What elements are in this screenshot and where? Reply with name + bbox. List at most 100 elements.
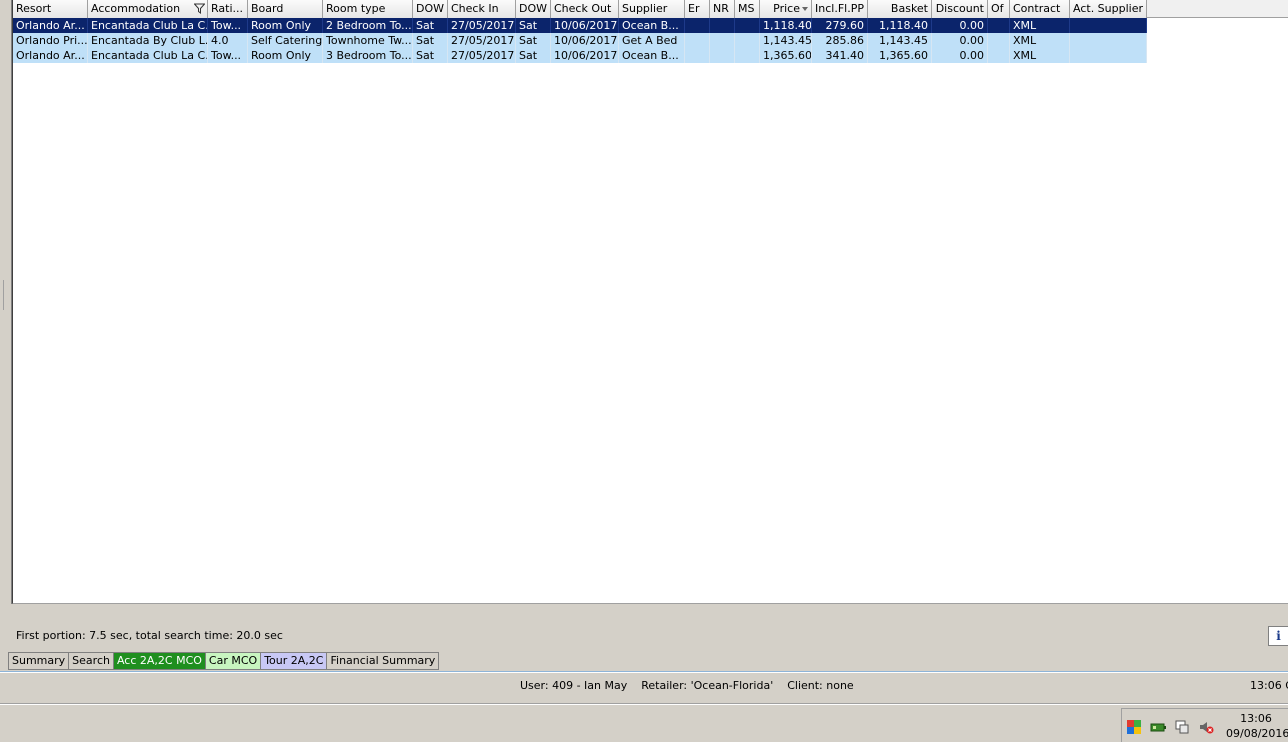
- column-header-label: Check Out: [554, 2, 612, 15]
- column-header-contract[interactable]: Contract: [1010, 0, 1070, 18]
- column-header-rating[interactable]: Rati...: [208, 0, 248, 18]
- cell-basket: 1,365.60: [868, 48, 932, 63]
- left-splitter[interactable]: [0, 0, 12, 604]
- column-header-discount[interactable]: Discount: [932, 0, 988, 18]
- table-row[interactable]: Orlando Ar... Encantada Club La C... Tow..…: [13, 18, 1147, 33]
- column-header-label: Supplier: [622, 2, 668, 15]
- column-header-check-in[interactable]: Check In: [448, 0, 516, 18]
- column-header-act-supplier[interactable]: Act. Supplier: [1070, 0, 1147, 18]
- volume-muted-icon[interactable]: [1198, 719, 1214, 735]
- column-header-label: Price: [773, 2, 800, 15]
- cell-incl-fl-pp: 341.40: [812, 48, 868, 63]
- table-row[interactable]: Orlando Pri... Encantada By Club L... 4.0 S…: [13, 33, 1147, 48]
- column-header-label: Act. Supplier: [1073, 2, 1144, 15]
- column-header-nr[interactable]: NR: [710, 0, 735, 18]
- column-header-label: Er: [688, 2, 700, 15]
- filter-icon[interactable]: [194, 3, 205, 14]
- column-header-label: DOW: [519, 2, 548, 15]
- splitter-grip[interactable]: [0, 280, 4, 310]
- column-header-label: DOW: [416, 2, 445, 15]
- results-grid[interactable]: Resort Accommodation Rati... Board Room type…: [12, 0, 1288, 604]
- app-icon[interactable]: [1126, 719, 1142, 735]
- cell-ms: [735, 18, 760, 33]
- column-header-room-type[interactable]: Room type: [323, 0, 413, 18]
- cell-dow-out: Sat: [516, 33, 551, 48]
- cell-nr: [710, 33, 735, 48]
- cell-board: Room Only: [248, 48, 323, 63]
- column-header-label: Basket: [890, 2, 928, 15]
- tab-search[interactable]: Search: [68, 652, 113, 670]
- taskbar-date[interactable]: 09/08/2016: [1226, 727, 1288, 741]
- cell-ms: [735, 48, 760, 63]
- cell-nr: [710, 48, 735, 63]
- column-header-basket[interactable]: Basket: [868, 0, 932, 18]
- cell-price: 1,118.40: [760, 18, 812, 33]
- cell-contract: XML: [1010, 33, 1070, 48]
- column-header-label: Rati...: [211, 2, 244, 15]
- column-header-label: Of: [991, 2, 1004, 15]
- network-icon[interactable]: [1150, 719, 1166, 735]
- cell-discount: 0.00: [932, 33, 988, 48]
- cell-supplier: Get A Bed: [619, 33, 685, 48]
- cell-of: [988, 48, 1010, 63]
- cell-dow-in: Sat: [413, 33, 448, 48]
- column-header-label: Discount: [935, 2, 984, 15]
- column-header-supplier[interactable]: Supplier: [619, 0, 685, 18]
- cell-rating: Tow...: [208, 18, 248, 33]
- cell-basket: 1,118.40: [868, 18, 932, 33]
- column-header-of[interactable]: Of: [988, 0, 1010, 18]
- column-header-ms[interactable]: MS: [735, 0, 760, 18]
- column-header-dow-out[interactable]: DOW: [516, 0, 551, 18]
- column-header-label: NR: [713, 2, 729, 15]
- cell-act-supplier: [1070, 33, 1147, 48]
- cell-check-in: 27/05/2017: [448, 48, 516, 63]
- cell-incl-fl-pp: 279.60: [812, 18, 868, 33]
- cell-dow-out: Sat: [516, 18, 551, 33]
- column-header-price[interactable]: Price: [760, 0, 812, 18]
- cell-price: 1,143.45: [760, 33, 812, 48]
- table-row[interactable]: Orlando Ar... Encantada Club La C... Tow..…: [13, 48, 1147, 63]
- cell-room-type: 2 Bedroom To...: [323, 18, 413, 33]
- cell-price: 1,365.60: [760, 48, 812, 63]
- tab-car-mco[interactable]: Car MCO: [204, 652, 261, 670]
- monitor-icon[interactable]: [1174, 719, 1190, 735]
- tab-tour-2a-2c[interactable]: Tour 2A,2C: [260, 652, 327, 670]
- cell-dow-out: Sat: [516, 48, 551, 63]
- cell-resort: Orlando Ar...: [13, 18, 88, 33]
- cell-incl-fl-pp: 285.86: [812, 33, 868, 48]
- column-header-resort[interactable]: Resort: [13, 0, 88, 18]
- info-button[interactable]: i: [1268, 626, 1288, 646]
- column-header-label: Check In: [451, 2, 499, 15]
- column-header-dow-in[interactable]: DOW: [413, 0, 448, 18]
- cell-room-type: 3 Bedroom To...: [323, 48, 413, 63]
- column-header-board[interactable]: Board: [248, 0, 323, 18]
- cell-check-out: 10/06/2017: [551, 18, 619, 33]
- cell-board: Room Only: [248, 18, 323, 33]
- column-header-er[interactable]: Er: [685, 0, 710, 18]
- tab-financial-summary[interactable]: Financial Summary: [326, 652, 440, 670]
- column-header-check-out[interactable]: Check Out: [551, 0, 619, 18]
- cell-accommodation: Encantada By Club L...: [88, 33, 208, 48]
- tab-acc-2a-2c-mco[interactable]: Acc 2A,2C MCO: [112, 652, 205, 670]
- cell-dow-in: Sat: [413, 48, 448, 63]
- cell-nr: [710, 18, 735, 33]
- cell-er: [685, 18, 710, 33]
- cell-of: [988, 33, 1010, 48]
- search-time-status: First portion: 7.5 sec, total search tim…: [16, 629, 283, 642]
- taskbar-separator: [0, 703, 1288, 705]
- cell-contract: XML: [1010, 48, 1070, 63]
- column-header-incl-fl-pp[interactable]: Incl.Fl.PP: [812, 0, 868, 18]
- cell-room-type: Townhome Tw...: [323, 33, 413, 48]
- user-info: User: 409 - Ian May Retailer: 'Ocean-Flo…: [520, 679, 854, 692]
- cell-supplier: Ocean B...: [619, 18, 685, 33]
- cell-check-out: 10/06/2017: [551, 48, 619, 63]
- taskbar-time[interactable]: 13:06: [1236, 712, 1276, 726]
- cell-of: [988, 18, 1010, 33]
- status-clock: 13:06 G: [1250, 679, 1288, 692]
- column-header-accommodation[interactable]: Accommodation: [88, 0, 208, 18]
- cell-rating: 4.0: [208, 33, 248, 48]
- tab-summary[interactable]: Summary: [8, 652, 69, 670]
- cell-contract: XML: [1010, 18, 1070, 33]
- cell-board: Self Catering: [248, 33, 323, 48]
- cell-act-supplier: [1070, 48, 1147, 63]
